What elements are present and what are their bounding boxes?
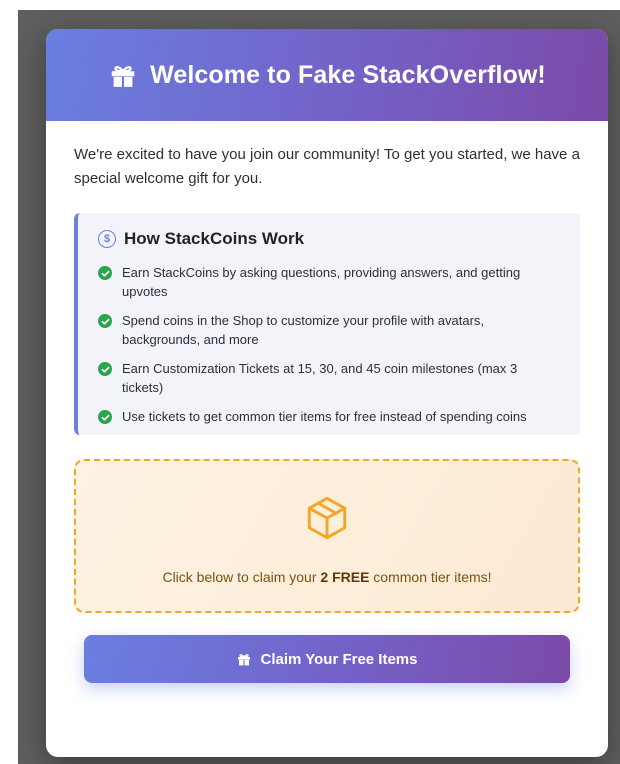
coin-icon: $ — [98, 230, 116, 248]
modal-header: Welcome to Fake StackOverflow! — [46, 29, 608, 121]
modal-body: We're excited to have you join our commu… — [46, 121, 608, 683]
gift-text-before: Click below to claim your — [162, 569, 321, 585]
check-icon — [98, 362, 112, 376]
list-item: Spend coins in the Shop to customize you… — [98, 311, 562, 349]
list-item-text: Earn Customization Tickets at 15, 30, an… — [122, 361, 518, 395]
claim-free-items-button[interactable]: Claim Your Free Items — [84, 635, 570, 683]
modal-title: Welcome to Fake StackOverflow! — [150, 60, 546, 89]
gift-text-after: common tier items! — [369, 569, 492, 585]
box-icon — [302, 493, 352, 543]
gift-claim-text: Click below to claim your 2 FREE common … — [162, 569, 491, 585]
gift-text-bold: 2 FREE — [320, 569, 370, 585]
stackcoins-info-box: $ How StackCoins Work Earn StackCoins by… — [74, 213, 580, 435]
check-icon — [98, 314, 112, 328]
info-heading: $ How StackCoins Work — [98, 229, 562, 249]
list-item: Earn Customization Tickets at 15, 30, an… — [98, 359, 562, 397]
free-gift-zone: Click below to claim your 2 FREE common … — [74, 459, 580, 613]
info-title: How StackCoins Work — [124, 229, 305, 248]
list-item: Use tickets to get common tier items for… — [98, 407, 562, 426]
list-item-text: Spend coins in the Shop to customize you… — [122, 313, 485, 347]
check-icon — [98, 410, 112, 424]
intro-text: We're excited to have you join our commu… — [74, 146, 580, 187]
claim-button-label: Claim Your Free Items — [260, 650, 418, 668]
gift-icon — [108, 60, 138, 90]
list-item-text: Earn StackCoins by asking questions, pro… — [122, 265, 521, 299]
gift-icon — [236, 651, 252, 667]
feature-list: Earn StackCoins by asking questions, pro… — [98, 263, 562, 426]
list-item-text: Use tickets to get common tier items for… — [122, 409, 527, 424]
list-item: Earn StackCoins by asking questions, pro… — [98, 263, 562, 301]
check-icon — [98, 266, 112, 280]
welcome-modal: Welcome to Fake StackOverflow! We're exc… — [46, 29, 608, 757]
